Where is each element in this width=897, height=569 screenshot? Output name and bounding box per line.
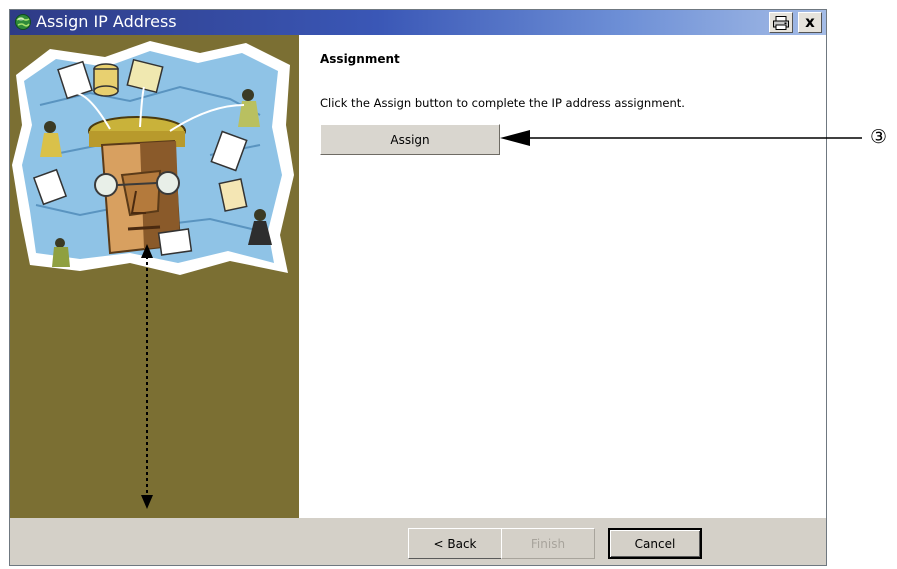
finish-button: Finish (501, 528, 595, 559)
print-button[interactable] (769, 12, 793, 33)
wizard-illustration (12, 41, 294, 275)
close-button[interactable]: x (798, 12, 822, 33)
callout-number: ③ (870, 126, 888, 148)
print-icon (773, 15, 789, 30)
wizard-content: Assignment Click the Assign button to co… (299, 35, 826, 518)
close-icon: x (805, 13, 815, 31)
title-bar[interactable]: Assign IP Address x (10, 10, 826, 35)
page-heading: Assignment (320, 52, 400, 66)
wizard-footer: < Back Finish Cancel (10, 518, 826, 565)
back-button[interactable]: < Back (408, 528, 502, 559)
assign-button[interactable]: Assign (320, 124, 500, 155)
window-title: Assign IP Address (36, 12, 177, 31)
assignment-instruction: Click the Assign button to complete the … (320, 96, 685, 110)
globe-network-icon (15, 14, 31, 30)
wizard-side-panel (10, 35, 299, 518)
assign-ip-address-dialog: Assign IP Address x Assignment Click the… (9, 9, 827, 566)
cancel-button[interactable]: Cancel (608, 528, 702, 559)
